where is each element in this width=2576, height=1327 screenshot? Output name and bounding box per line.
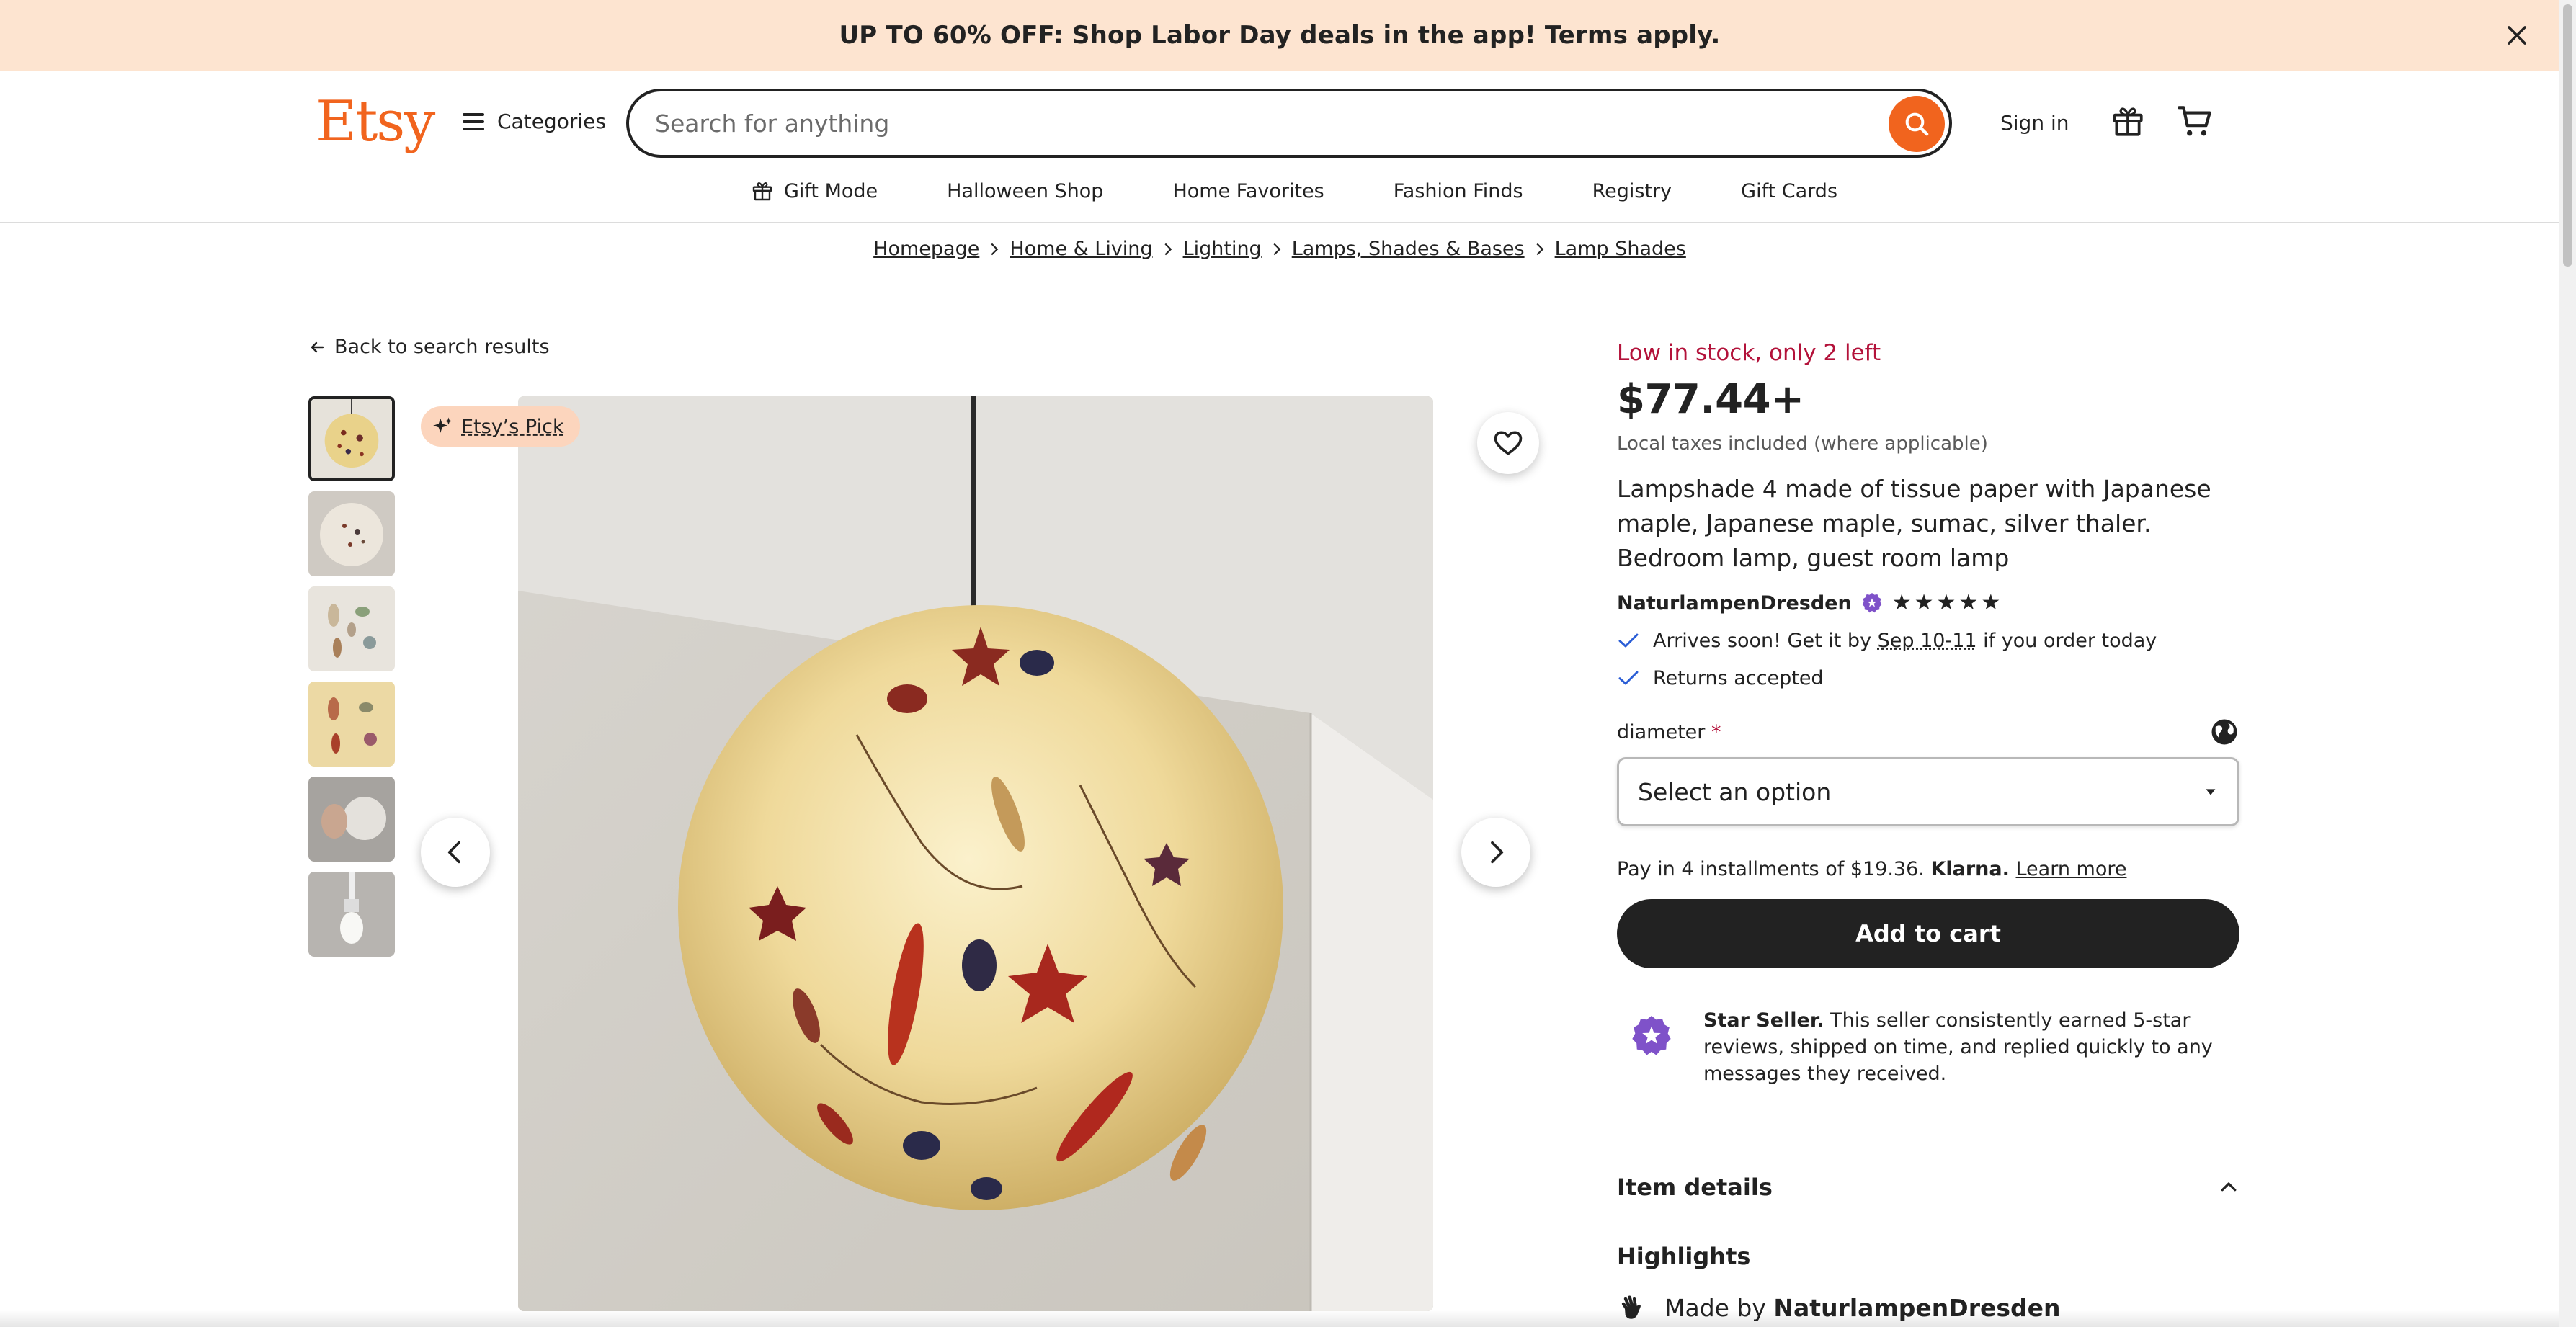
delivery-dates[interactable]: Sep 10-11 [1878,630,1977,652]
close-icon[interactable] [2503,22,2531,49]
thumbnail[interactable] [308,777,395,862]
cart-icon[interactable] [2176,103,2215,139]
returns-info: Returns accepted [1617,666,2239,689]
breadcrumb: Homepage Home & Living Lighting Lamps, S… [0,238,2559,260]
favorite-button[interactable] [1477,412,1539,474]
nav-halloween-shop[interactable]: Halloween Shop [947,173,1103,209]
gift-icon [752,182,772,201]
product-info-panel: Low in stock, only 2 left $77.44+ Local … [1617,336,2239,1323]
item-details-toggle[interactable]: Item details [1617,1174,2239,1201]
breadcrumb-lighting[interactable]: Lighting [1183,238,1262,260]
learn-more-link[interactable]: Learn more [2015,858,2126,880]
search-icon [1905,112,1929,136]
diameter-select[interactable]: Select an option [1617,757,2239,826]
stock-status: Low in stock, only 2 left [1617,340,1881,366]
star-icon: ★ [1891,590,1912,615]
product-title: Lampshade 4 made of tissue paper with Ja… [1617,475,2211,572]
globe-icon[interactable] [2209,717,2239,747]
search-button[interactable] [1889,96,1945,152]
breadcrumb-homepage[interactable]: Homepage [873,238,979,260]
highlights-heading: Highlights [1617,1243,1751,1270]
breadcrumb-home-living[interactable]: Home & Living [1010,238,1152,260]
search-bar [626,89,1952,158]
seller-name[interactable]: NaturlampenDresden [1617,592,1852,615]
check-icon [1618,671,1639,685]
chevron-up-icon [2221,1182,2237,1192]
item-details-label: Item details [1617,1174,1773,1201]
delivery-text: Arrives soon! Get it by Sep 10-11 if you… [1653,629,2157,652]
variation-label: diameter * [1617,720,1721,743]
breadcrumb-lamp-shades[interactable]: Lamp Shades [1555,238,1686,260]
back-to-results-link[interactable]: Back to search results [308,336,550,358]
caret-down-icon [2206,789,2216,795]
thumbnail[interactable] [308,586,395,671]
check-icon [1618,633,1639,648]
thumbnail[interactable] [308,396,395,481]
breadcrumb-lamps-shades-bases[interactable]: Lamps, Shades & Bases [1292,238,1525,260]
star-icon: ★ [1936,590,1956,615]
nav-gift-mode[interactable]: Gift Mode [751,173,878,209]
promo-banner: UP TO 60% OFF: Shop Labor Day deals in t… [0,0,2559,71]
categories-button[interactable]: Categories [463,110,606,133]
rating-stars[interactable]: ★ ★ ★ ★ ★ [1892,592,2001,614]
klarna-installments: Pay in 4 installments of $19.36. Klarna.… [1617,858,2127,880]
star-icon: ★ [1981,590,2001,615]
site-header: Etsy Categories Sign in [0,71,2559,223]
promo-text[interactable]: UP TO 60% OFF: Shop Labor Day deals in t… [839,21,1720,50]
nav-home-favorites[interactable]: Home Favorites [1172,173,1324,209]
etsys-pick-badge[interactable]: Etsy’s Pick [421,406,580,447]
thumbnail[interactable] [308,872,395,957]
seller-row: NaturlampenDresden ★ ★ ★ ★ ★ [1617,591,2239,615]
chevron-right-icon [1491,841,1504,864]
tax-note: Local taxes included (where applicable) [1617,433,1988,455]
thumbnail[interactable] [308,491,395,576]
chevron-right-icon [1273,243,1281,255]
nav-label: Gift Mode [783,179,878,202]
star-seller-badge-icon [1632,1016,1671,1055]
next-image-button[interactable] [1461,818,1530,887]
star-icon: ★ [1914,590,1934,615]
nav-gift-cards[interactable]: Gift Cards [1741,173,1837,209]
arrow-left-icon [311,341,324,352]
chevron-right-icon [1536,243,1543,255]
star-icon: ★ [1958,590,1979,615]
star-seller-badge-icon [1862,593,1882,613]
categories-label: Categories [497,110,606,133]
scrollbar-thumb[interactable] [2563,4,2572,267]
star-seller-text: Star Seller. This seller consistently ea… [1703,1009,2213,1085]
variation-label-row: diameter * [1617,717,2239,747]
nav-registry[interactable]: Registry [1592,173,1672,209]
gift-icon[interactable] [2110,103,2146,139]
delivery-estimate: Arrives soon! Get it by Sep 10-11 if you… [1617,629,2239,652]
etsy-logo[interactable]: Etsy [316,89,435,154]
sign-in-link[interactable]: Sign in [2000,111,2069,135]
select-value: Select an option [1638,777,1832,806]
chevron-left-icon [447,841,460,864]
main-nav: Gift Mode Halloween Shop Home Favorites … [0,173,2559,209]
search-input[interactable] [655,106,1851,140]
price: $77.44+ [1617,376,1804,423]
sparkle-icon [433,417,453,433]
previous-image-button[interactable] [421,818,490,887]
heart-icon [1494,431,1523,455]
nav-fashion-finds[interactable]: Fashion Finds [1394,173,1523,209]
add-to-cart-button[interactable]: Add to cart [1617,899,2239,968]
chevron-right-icon [1164,243,1172,255]
returns-text: Returns accepted [1653,666,1824,689]
etsys-pick-label: Etsy’s Pick [461,415,564,438]
bottom-shadow [0,1310,2559,1327]
thumbnail-list [308,396,395,967]
back-link-label: Back to search results [334,336,550,358]
main-product-image[interactable] [518,396,1433,1311]
thumbnail[interactable] [308,682,395,767]
klarna-logo: Klarna. [1930,858,2010,880]
menu-icon [463,112,484,130]
star-seller-note: Star Seller. This seller consistently ea… [1617,1007,2239,1087]
chevron-right-icon [991,243,999,255]
